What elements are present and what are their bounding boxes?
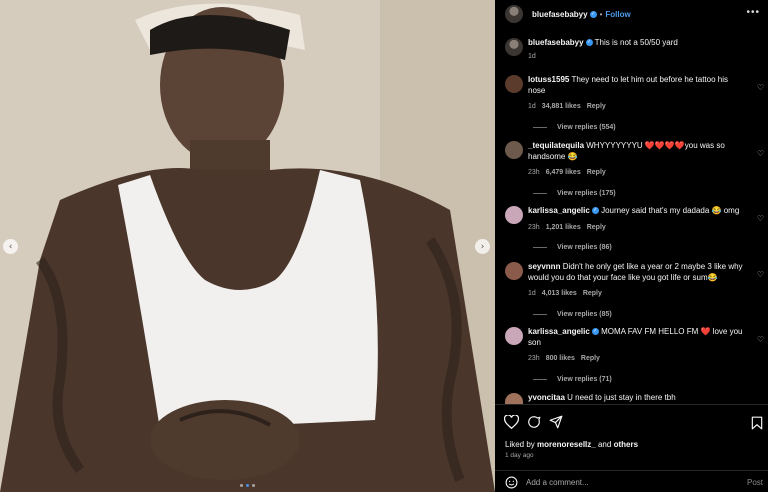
- view-replies-label: View replies (554): [557, 123, 616, 131]
- heart-icon[interactable]: ♡: [757, 83, 764, 92]
- liked-by: Liked by morenoresellz_ and others: [505, 440, 638, 449]
- carousel-dot: [240, 484, 243, 487]
- author-avatar[interactable]: [505, 38, 523, 56]
- heart-icon[interactable]: [504, 415, 519, 429]
- post-photo: [0, 0, 495, 492]
- commenter-avatar[interactable]: [505, 141, 523, 159]
- comment-likes[interactable]: 6,479 likes: [546, 169, 581, 176]
- comment-item: seyvnnn Didn't he only get like a year o…: [505, 262, 767, 318]
- post-actions: Liked by morenoresellz_ and others 1 day…: [495, 404, 768, 492]
- heart-icon[interactable]: ♡: [757, 149, 764, 158]
- verified-icon: ✓: [585, 39, 593, 47]
- more-icon[interactable]: •••: [746, 7, 760, 18]
- commenter-avatar[interactable]: [505, 75, 523, 93]
- comment-time: 23h: [528, 223, 540, 231]
- reply-button[interactable]: Reply: [583, 290, 602, 297]
- view-replies-button[interactable]: View replies (85): [533, 311, 767, 318]
- post-header: bluefasebabyy ✓ • Follow •••: [495, 0, 768, 28]
- comment-likes[interactable]: 1,201 likes: [546, 224, 581, 231]
- view-replies-label: View replies (85): [557, 310, 612, 318]
- liked-by-and: and: [597, 440, 612, 449]
- commenter-username[interactable]: yvoncitaa: [528, 393, 565, 402]
- post-time: 1 day ago: [505, 452, 534, 459]
- comment-time: 23h: [528, 169, 540, 176]
- comment-likes[interactable]: 34,881 likes: [542, 103, 581, 110]
- divider: [533, 192, 547, 194]
- verified-icon: ✓: [591, 328, 599, 336]
- comment-item: karlissa_angelic ✓ MOMA FAV FM HELLO FM ❤…: [505, 327, 767, 383]
- caption-text: This is not a 50/50 yard: [594, 38, 678, 47]
- post-comment-button[interactable]: Post: [747, 478, 763, 487]
- view-replies-label: View replies (175): [557, 189, 616, 197]
- comment-item: _tequilatequila WHYYYYYYYU ❤️❤️❤️❤️you w…: [505, 141, 767, 197]
- add-comment-bar: Add a comment... Post: [495, 470, 768, 492]
- comment-text: U need to just stay in there tbh: [567, 393, 676, 402]
- carousel-dot: [252, 484, 255, 487]
- heart-icon[interactable]: ♡: [757, 214, 764, 223]
- commenter-username[interactable]: karlissa_angelic: [528, 206, 590, 215]
- post-caption: bluefasebabyy ✓ This is not a 50/50 yard …: [505, 38, 760, 62]
- view-replies-label: View replies (71): [557, 375, 612, 383]
- liked-by-prefix: Liked by: [505, 440, 535, 449]
- heart-icon[interactable]: ♡: [757, 270, 764, 279]
- comment-time: 1d: [528, 290, 536, 297]
- view-replies-button[interactable]: View replies (175): [533, 190, 767, 197]
- view-replies-label: View replies (86): [557, 244, 612, 251]
- post-viewer: ‹ › bluefasebabyy ✓ • Follow ••• bluefas…: [0, 0, 768, 492]
- carousel-prev-button[interactable]: ‹: [3, 239, 18, 254]
- commenter-username[interactable]: lotuss1595: [528, 75, 569, 84]
- post-media[interactable]: ‹ ›: [0, 0, 495, 492]
- comment-time: 1d: [528, 103, 536, 110]
- verified-icon: ✓: [589, 10, 597, 18]
- caption-username[interactable]: bluefasebabyy: [528, 38, 584, 47]
- emoji-icon[interactable]: [505, 476, 518, 489]
- view-replies-button[interactable]: View replies (71): [533, 376, 767, 383]
- comment-icon[interactable]: [527, 415, 541, 429]
- carousel-indicator: [240, 484, 255, 487]
- comment-likes[interactable]: 800 likes: [546, 355, 575, 362]
- commenter-username[interactable]: karlissa_angelic: [528, 327, 590, 336]
- comment-text: Journey said that's my dadada 😂 omg: [601, 206, 740, 215]
- divider: [533, 126, 547, 128]
- divider: [533, 247, 547, 248]
- comment-item: karlissa_angelic ✓ Journey said that's my…: [505, 206, 767, 251]
- liked-by-user[interactable]: morenoresellz_: [537, 440, 596, 449]
- carousel-dot-active: [246, 484, 249, 487]
- commenter-avatar[interactable]: [505, 327, 523, 345]
- divider: [533, 378, 547, 380]
- follow-button[interactable]: Follow: [605, 10, 630, 19]
- commenter-username[interactable]: _tequilatequila: [528, 141, 584, 150]
- separator: •: [599, 9, 603, 19]
- commenter-username[interactable]: seyvnnn: [528, 262, 560, 271]
- share-icon[interactable]: [549, 415, 563, 429]
- commenter-avatar[interactable]: [505, 262, 523, 280]
- comment-item: lotuss1595 They need to let him out befo…: [505, 75, 767, 131]
- comment-likes[interactable]: 4,013 likes: [542, 290, 577, 297]
- comment-input[interactable]: Add a comment...: [526, 478, 747, 487]
- comment-item: yvoncitaa U need to just stay in there t…: [505, 393, 767, 404]
- reply-button[interactable]: Reply: [581, 355, 600, 362]
- reply-button[interactable]: Reply: [587, 169, 606, 176]
- divider: [533, 313, 547, 315]
- bookmark-icon[interactable]: [751, 416, 763, 430]
- author-avatar[interactable]: [505, 5, 523, 23]
- reply-button[interactable]: Reply: [587, 103, 606, 110]
- comment-time: 23h: [528, 355, 540, 362]
- view-replies-button[interactable]: View replies (86): [533, 244, 767, 251]
- view-replies-button[interactable]: View replies (554): [533, 124, 767, 131]
- commenter-avatar[interactable]: [505, 206, 523, 224]
- author-username[interactable]: bluefasebabyy: [532, 10, 588, 19]
- verified-icon: ✓: [591, 207, 599, 215]
- reply-button[interactable]: Reply: [587, 224, 606, 231]
- post-side-panel: bluefasebabyy ✓ • Follow ••• bluefasebab…: [495, 0, 768, 492]
- carousel-next-button[interactable]: ›: [475, 239, 490, 254]
- commenter-avatar[interactable]: [505, 393, 523, 404]
- heart-icon[interactable]: ♡: [757, 335, 764, 344]
- comment-text: Didn't he only get like a year or 2 mayb…: [528, 262, 743, 282]
- caption-time: 1d: [528, 52, 536, 60]
- liked-by-others[interactable]: others: [614, 440, 638, 449]
